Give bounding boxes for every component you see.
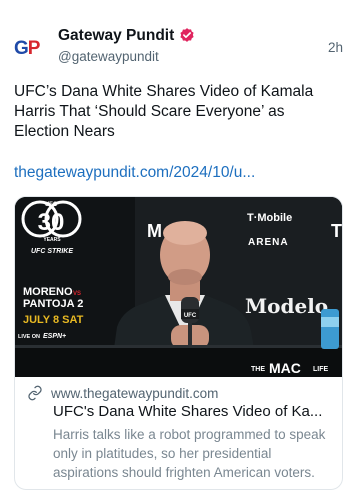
- post-container[interactable]: GP Gateway Pundit @gatewaypundit 2h UFC’…: [0, 0, 357, 500]
- watermark-mac: MAC: [269, 360, 301, 376]
- card-meta[interactable]: www.thegatewaypundit.com UFC's Dana Whit…: [15, 377, 342, 489]
- anniversary-number: 30: [38, 209, 65, 236]
- sponsor-modelo: Modelo: [245, 294, 328, 318]
- ufc-logo-text: UFC: [45, 202, 58, 208]
- author-block[interactable]: Gateway Pundit @gatewaypundit: [58, 27, 196, 64]
- anniversary-years: YEARS: [43, 237, 61, 243]
- post-text: UFC’s Dana White Shares Video of Kamala …: [14, 83, 314, 140]
- card-title[interactable]: UFC's Dana White Shares Video of Ka...: [53, 403, 335, 420]
- avatar-letter-p: P: [27, 38, 41, 59]
- vs-text: VS: [73, 291, 81, 297]
- avatar[interactable]: GP: [14, 32, 48, 66]
- card-domain: www.thegatewaypundit.com: [51, 385, 219, 401]
- card-description: Harris talks like a robot programmed to …: [53, 427, 326, 480]
- watermark-life: LIFE: [313, 366, 328, 373]
- partial-letter-left: M: [147, 221, 162, 241]
- author-name[interactable]: Gateway Pundit: [58, 27, 174, 45]
- avatar-letter-g: G: [14, 38, 29, 59]
- ufc-strike-text: UFC STRIKE: [31, 248, 73, 255]
- fighter-1-text: MORENO: [23, 286, 73, 298]
- event-date-text: JULY 8 SAT: [23, 314, 84, 326]
- verified-badge-icon: [178, 27, 196, 45]
- link-icon: [27, 385, 43, 401]
- live-on-text: LIVE ON: [18, 334, 40, 340]
- sponsor-arena: ARENA: [248, 237, 289, 248]
- partial-letter-right: T: [331, 221, 342, 241]
- network-text: ESPN+: [43, 333, 66, 340]
- author-name-row[interactable]: Gateway Pundit: [58, 27, 196, 45]
- sponsor-tmobile: T·Mobile: [247, 212, 292, 224]
- author-handle[interactable]: @gatewaypundit: [58, 49, 196, 64]
- watermark-the: THE: [251, 366, 265, 373]
- card-domain-row: www.thegatewaypundit.com: [27, 385, 218, 401]
- post-link[interactable]: thegatewaypundit.com/2024/10/u...: [14, 164, 255, 182]
- link-preview-card[interactable]: UFC 30 YEARS UFC STRIKE MORENO VS PANTOJ…: [14, 196, 343, 490]
- post-timestamp[interactable]: 2h: [328, 40, 343, 55]
- mic-logo-text: UFC: [184, 313, 197, 319]
- card-image[interactable]: UFC 30 YEARS UFC STRIKE MORENO VS PANTOJ…: [15, 197, 342, 377]
- fighter-2-text: PANTOJA 2: [23, 298, 83, 310]
